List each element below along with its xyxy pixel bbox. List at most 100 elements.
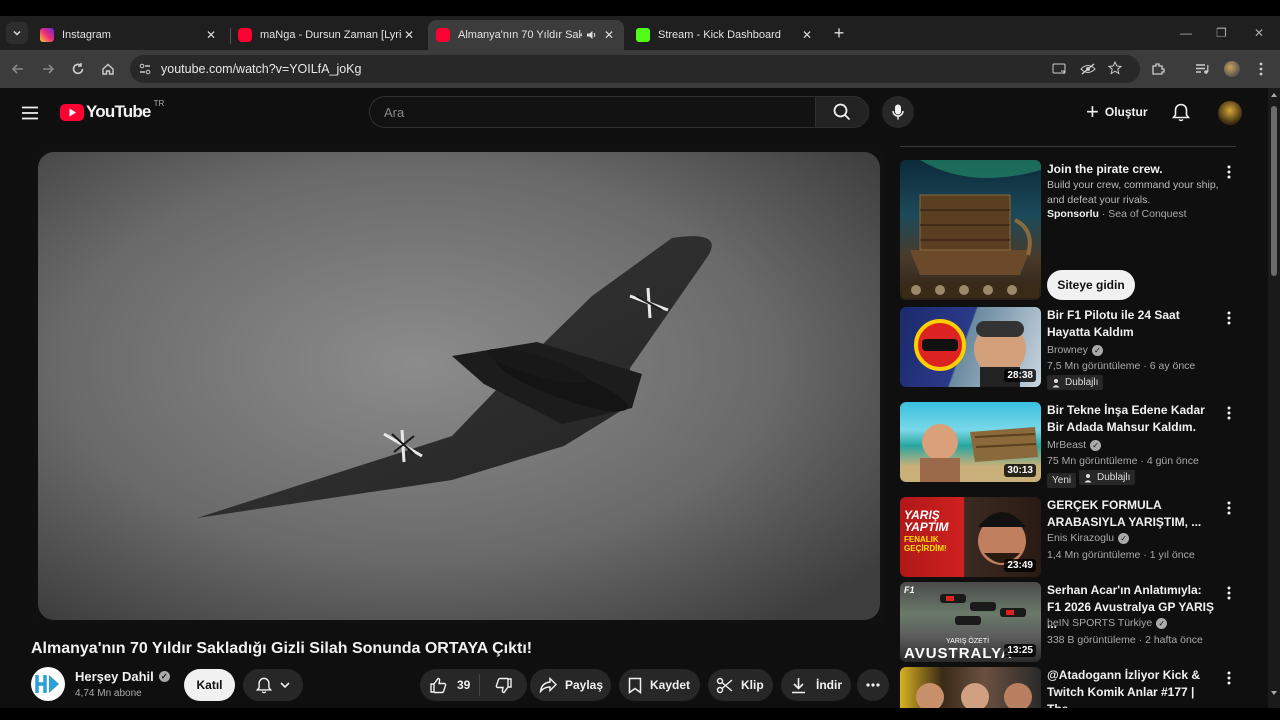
more-vertical-icon[interactable] [1222,163,1236,181]
tab-search-button[interactable] [6,22,28,44]
video-meta: 1,4 Mn görüntüleme · 1 yıl önce [1047,549,1195,561]
video-thumbnail[interactable] [900,667,1041,708]
voice-search-button[interactable] [882,96,914,128]
extensions-icon[interactable] [1149,60,1167,78]
svg-text:F1: F1 [904,585,915,595]
more-vertical-icon[interactable] [1222,499,1236,517]
share-button[interactable]: Paylaş [530,669,611,701]
scrollbar-thumb[interactable] [1271,106,1277,276]
search-button[interactable] [815,96,869,128]
channel-row[interactable]: Browney ✓ [1047,344,1103,356]
new-tab-button[interactable]: + [830,24,848,42]
window-close-icon[interactable]: ✕ [1254,26,1264,40]
tab-close-icon[interactable]: ✕ [602,28,616,42]
tab-active-video[interactable]: Almanya'nın 70 Yıldır Sakla ✕ [428,20,624,50]
video-title-link[interactable]: Bir F1 Pilotu ile 24 Saat Hayatta Kaldım [1047,307,1217,341]
channel-row[interactable]: Enis Kirazoglu ✓ [1047,532,1130,544]
ad-title[interactable]: Join the pirate crew. [1047,161,1217,178]
download-icon [792,677,805,693]
channel-name-row[interactable]: Herşey Dahil ✓ [75,669,170,684]
channel-row[interactable]: MrBeast ✓ [1047,439,1102,451]
tab-close-icon[interactable]: ✕ [402,28,416,42]
account-avatar[interactable] [1218,101,1242,125]
more-actions-button[interactable] [857,669,889,701]
speaker-icon[interactable] [586,29,598,41]
minimize-icon[interactable]: — [1180,26,1192,40]
visit-site-button[interactable]: Siteye gidin [1047,270,1135,300]
tab-close-icon[interactable]: ✕ [204,28,218,42]
scroll-up-icon[interactable] [1270,92,1278,98]
sponsored-ad[interactable]: Join the pirate crew. Build your crew, c… [900,160,1236,302]
channel-name[interactable]: Browney [1047,344,1088,356]
subscription-bell-button[interactable] [243,669,303,701]
like-button[interactable]: 39 [420,674,480,696]
channel-row[interactable]: beIN SPORTS Türkiye ✓ [1047,617,1168,629]
media-control-icon[interactable] [1193,60,1211,78]
channel-name[interactable]: beIN SPORTS Türkiye [1047,617,1152,629]
restore-icon[interactable]: ❐ [1216,26,1227,40]
youtube-logo[interactable]: YouTube TR [60,99,164,122]
video-meta: 75 Mn görüntüleme · 4 gün önce [1047,455,1199,467]
download-button[interactable]: İndir [781,669,851,701]
scroll-down-icon[interactable] [1270,690,1278,696]
dislike-button[interactable] [480,677,526,694]
video-title-link[interactable]: Bir Tekne İnşa Edene Kadar Bir Adada Mah… [1047,402,1217,436]
dubbed-badge: Dublajlı [1079,470,1136,485]
video-duration: 23:49 [1004,559,1036,572]
ad-thumbnail[interactable] [900,160,1041,300]
clip-button[interactable]: Klip [708,669,773,701]
screen-top-bar [0,0,1280,16]
search-input[interactable]: Ara [384,105,404,120]
view-count: 338 B görüntüleme [1047,634,1136,646]
recommended-video[interactable]: @Atadogann İzliyor Kick & Twitch Komik A… [900,667,1236,708]
video-thumbnail[interactable]: 30:13 [900,402,1041,482]
eye-off-icon[interactable] [1080,62,1096,76]
recommended-video[interactable]: 28:38 Bir F1 Pilotu ile 24 Saat Hayatta … [900,307,1236,397]
reload-icon[interactable] [69,60,87,78]
search-box[interactable]: Ara [369,96,815,128]
address-bar[interactable]: youtube.com/watch?v=YOILfA_joKg [130,55,1140,83]
create-button[interactable]: + Oluştur [1076,96,1158,128]
join-button[interactable]: Katıl [184,669,235,701]
channel-avatar[interactable] [31,667,65,701]
hamburger-menu-icon[interactable] [22,106,38,120]
channel-name[interactable]: MrBeast [1047,439,1086,451]
more-vertical-icon[interactable] [1222,584,1236,602]
page-scrollbar[interactable] [1268,88,1280,708]
forward-icon[interactable] [39,60,57,78]
browser-menu-icon[interactable] [1252,60,1270,78]
more-vertical-icon[interactable] [1222,309,1236,327]
bell-icon [256,677,272,693]
site-info-icon[interactable] [138,62,152,76]
recommended-video[interactable]: F1 YARIŞ ÖZETİ AVUSTRALYA 13:25 Serhan A… [900,582,1236,662]
notifications-bell-icon[interactable] [1172,103,1190,122]
join-label: Katıl [196,678,223,692]
more-vertical-icon[interactable] [1222,404,1236,422]
save-button[interactable]: Kaydet [619,669,700,701]
video-thumbnail[interactable]: F1 YARIŞ ÖZETİ AVUSTRALYA 13:25 [900,582,1041,662]
sidebar-divider [900,146,1236,147]
profile-avatar[interactable] [1223,60,1241,78]
video-thumbnail[interactable]: YARIŞ YAPTIM FENALIK GEÇİRDİM! 23:49 [900,497,1041,577]
recommended-video[interactable]: YARIŞ YAPTIM FENALIK GEÇİRDİM! 23:49 GER… [900,497,1236,577]
tab-instagram[interactable]: Instagram ✕ [32,20,226,50]
create-label: Oluştur [1104,105,1148,119]
tab-manga-lyrics[interactable]: maNga - Dursun Zaman [Lyrics ✕ [230,20,424,50]
video-player[interactable] [32,146,886,626]
more-vertical-icon[interactable] [1222,669,1236,687]
kick-icon [636,28,650,42]
video-thumbnail[interactable]: 28:38 [900,307,1041,387]
video-title-link[interactable]: GERÇEK FORMULA ARABASIYLA YARIŞTIM, ... [1047,497,1217,531]
browser-toolbar: youtube.com/watch?v=YOILfA_joKg [0,50,1280,88]
tab-close-icon[interactable]: ✕ [800,28,814,42]
channel-name[interactable]: Herşey Dahil [75,669,154,684]
tab-kick-dashboard[interactable]: Stream - Kick Dashboard ✕ [628,20,822,50]
home-icon[interactable] [99,60,117,78]
star-icon[interactable] [1108,61,1122,75]
recommended-video[interactable]: 30:13 Bir Tekne İnşa Edene Kadar Bir Ada… [900,402,1236,492]
search-icon [833,103,851,121]
cast-icon[interactable] [1052,62,1067,76]
video-title-link[interactable]: @Atadogann İzliyor Kick & Twitch Komik A… [1047,667,1217,708]
channel-name[interactable]: Enis Kirazoglu [1047,532,1114,544]
back-icon[interactable] [9,60,27,78]
